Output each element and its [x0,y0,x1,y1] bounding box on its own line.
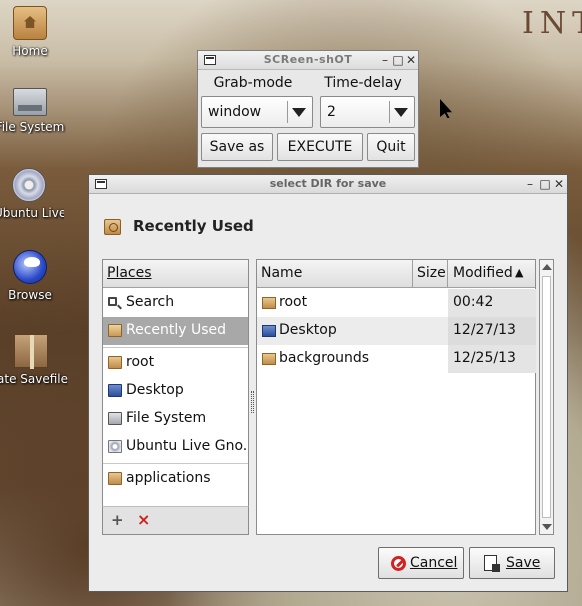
save-as-button[interactable]: Save as [201,133,273,161]
recently-used-icon [104,219,121,235]
desktop-icon-browse[interactable]: Browse [0,250,66,302]
folder-icon [262,297,276,309]
close-icon[interactable]: ✕ [404,53,418,67]
time-delay-label: Time-delay [324,75,402,91]
file-modified: 00:42 [453,294,494,310]
dialog-titlebar[interactable]: select DIR for save – □ ✕ [89,175,567,194]
grab-mode-label: Grab-mode [213,75,293,91]
desktop-icon-label: Home [12,44,48,58]
minimize-icon[interactable]: – [378,53,392,67]
select-dir-dialog: select DIR for save – □ ✕ Recently Used … [88,174,568,592]
search-icon [108,297,117,306]
places-item-label: File System [126,410,207,426]
scroll-up-icon[interactable] [542,264,552,270]
places-header[interactable]: Places [103,260,248,288]
file-name: root [279,294,308,310]
desktop-icon-label: Create Savefile [0,372,68,386]
disc-icon [108,440,122,453]
places-item-label: applications [126,470,211,486]
package-icon [14,334,48,369]
desktop-icon [108,384,122,397]
file-modified: 12/25/13 [453,350,516,366]
file-row[interactable]: Desktop 12/27/13 [257,317,536,345]
places-item-label: Recently Used [126,322,227,338]
minimize-icon[interactable]: – [523,177,537,191]
places-item-desktop[interactable]: Desktop [103,377,248,405]
maximize-icon[interactable]: □ [538,177,552,191]
pane-resize-handle[interactable] [251,391,254,413]
files-pane: Name Size Modified ▲ root 00:42 Desktop … [256,259,536,535]
desktop-icon-label: Browse [8,288,52,302]
maximize-icon[interactable]: □ [391,53,405,67]
globe-icon [13,250,47,284]
mouse-pointer-icon [440,99,452,118]
disc-icon [12,168,46,202]
time-delay-select[interactable]: 2 [320,96,415,128]
file-modified: 12/27/13 [453,322,516,338]
dialog-title: select DIR for save [269,177,387,190]
cancel-button-label: Cancel [410,555,458,571]
places-item-search[interactable]: Search [103,289,248,317]
grab-mode-value: window [208,104,262,120]
desktop-wall-text: INT [522,6,582,41]
drive-icon [108,412,122,425]
column-header-name[interactable]: Name [261,265,302,281]
desktop-icon-label: Ubuntu Live ... [0,206,64,220]
execute-button[interactable]: EXECUTE [277,133,363,161]
save-button[interactable]: Save [469,547,555,579]
location-label: Recently Used [133,217,254,235]
add-bookmark-button[interactable]: + [111,511,124,529]
column-header-modified[interactable]: Modified [453,265,513,281]
cancel-icon [391,556,406,571]
folder-icon [108,356,122,369]
cancel-button[interactable]: Cancel [378,547,464,579]
time-delay-value: 2 [327,104,336,120]
places-item-label: Search [126,294,175,310]
grab-mode-select[interactable]: window [201,96,313,128]
desktop-icon-file-system[interactable]: File System [0,84,66,134]
screenshot-tool-titlebar[interactable]: SCReen-shOT – □ ✕ [198,51,418,70]
desktop-icon [262,325,276,337]
places-item-root[interactable]: root [103,349,248,377]
recent-icon [108,324,122,337]
places-item-label: Ubuntu Live Gno... [126,438,246,454]
chevron-down-icon [292,108,306,117]
files-scrollbar[interactable] [539,259,554,535]
places-item-label: Desktop [126,382,184,398]
sort-ascending-icon: ▲ [515,266,524,279]
files-header: Name Size Modified ▲ [257,260,535,288]
scrollbar-trough[interactable] [542,276,551,518]
places-item-applications[interactable]: applications [103,465,248,493]
save-button-label: Save [506,555,541,571]
close-icon[interactable]: ✕ [552,177,566,191]
folder-icon [108,472,122,485]
screenshot-tool-window: SCReen-shOT – □ ✕ Grab-mode Time-delay w… [197,50,419,168]
column-header-size[interactable]: Size [417,265,446,281]
chevron-down-icon [394,108,408,117]
save-icon [484,555,500,572]
file-row[interactable]: backgrounds 12/25/13 [257,345,536,373]
file-name: Desktop [279,322,337,338]
drive-icon [13,88,47,116]
places-item-ubuntu-live[interactable]: Ubuntu Live Gno... [103,433,248,461]
places-footer: + × [102,506,249,535]
desktop-icon-label: File System [0,120,65,134]
places-header-label: Places [107,265,152,281]
desktop-icon-ubuntu-live[interactable]: Ubuntu Live ... [0,168,64,220]
places-item-label: root [126,354,155,370]
quit-button[interactable]: Quit [367,133,415,161]
desktop-icon-home[interactable]: Home [0,6,66,58]
places-item-file-system[interactable]: File System [103,405,248,433]
file-name: backgrounds [279,350,370,366]
file-row[interactable]: root 00:42 [257,289,536,317]
places-pane: Places Search Recently Used root Desktop… [102,259,249,535]
desktop-icon-create-savefile[interactable]: Create Savefile [0,334,68,386]
scroll-down-icon[interactable] [542,524,552,530]
folder-icon [262,353,276,365]
places-item-recently-used[interactable]: Recently Used [103,317,248,345]
remove-bookmark-button[interactable]: × [137,510,150,529]
home-folder-icon [13,6,47,40]
